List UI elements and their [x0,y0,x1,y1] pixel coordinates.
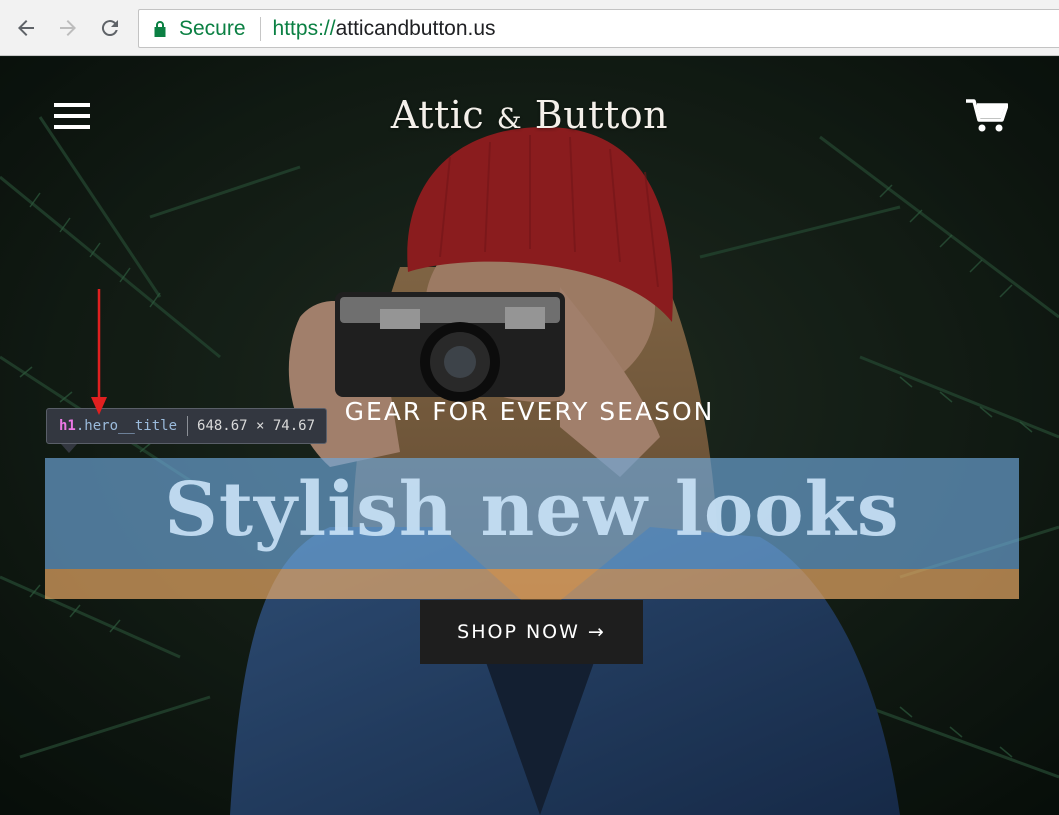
reload-button[interactable] [96,14,124,42]
site-logo[interactable]: Attic & Button [0,93,1059,137]
devtools-element-highlight: Stylish new looks [45,458,1019,599]
arrow-left-icon [18,20,34,36]
url-host: atticandbutton.us [335,16,496,40]
reload-icon [101,20,118,37]
url-text[interactable]: https://atticandbutton.us [273,17,496,41]
cart-icon[interactable] [966,98,1008,134]
tooltip-class-name: .hero__title [75,418,178,434]
logo-text-attic: Attic [390,93,497,137]
hero-section: Attic & Button GEAR FOR EVERY SEASON Sty… [0,57,1059,815]
arrow-right-icon [60,20,76,36]
tooltip-dimensions: 648.67 × 74.67 [197,418,316,434]
tooltip-divider [187,416,189,436]
logo-ampersand: & [496,102,523,135]
highlight-margin-box [45,569,1019,599]
annotation-arrow-icon [91,289,107,415]
shop-now-button[interactable]: SHOP NOW → [420,600,643,664]
browser-toolbar: Secure https://atticandbutton.us [0,0,1059,56]
hero-title: Stylish new looks [164,467,900,553]
secure-label: Secure [179,16,246,40]
lock-icon [154,20,166,37]
url-scheme: https:// [272,16,336,40]
logo-text-button: Button [522,93,669,137]
tooltip-tag-name: h1 [59,418,76,434]
address-bar[interactable]: Secure https://atticandbutton.us [138,9,1059,48]
back-button[interactable] [12,14,40,42]
tooltip-pointer [61,444,77,453]
omnibox-divider [259,16,261,41]
forward-button[interactable] [54,14,82,42]
